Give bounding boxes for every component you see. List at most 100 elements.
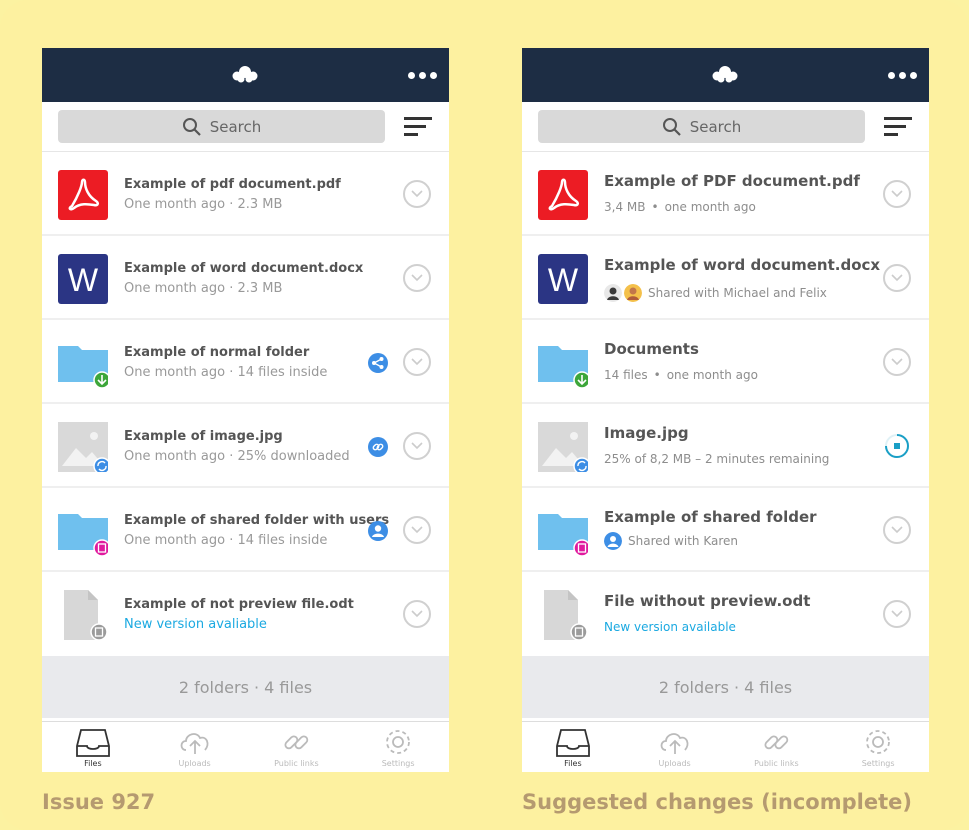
phone-suggested: Search Example of PDF document.pdf 3,4 M… bbox=[522, 48, 929, 772]
file-name: Example of word document.docx bbox=[604, 256, 881, 274]
row-options-button[interactable] bbox=[403, 180, 431, 208]
row-options-button[interactable] bbox=[883, 180, 911, 208]
meta-separator: • bbox=[653, 368, 661, 382]
sort-icon[interactable] bbox=[404, 116, 434, 138]
tab-settings[interactable]: Settings bbox=[827, 722, 929, 772]
avatar-michael-icon bbox=[604, 284, 622, 302]
row-options-button[interactable] bbox=[403, 432, 431, 460]
tab-public-links[interactable]: Public links bbox=[246, 722, 348, 772]
tab-label: Files bbox=[564, 759, 582, 768]
tab-files[interactable]: Files bbox=[42, 722, 144, 772]
file-count: 14 files bbox=[604, 368, 648, 382]
tab-uploads[interactable]: Uploads bbox=[624, 722, 726, 772]
chevron-down-icon bbox=[411, 442, 423, 450]
file-name: Example of PDF document.pdf bbox=[604, 172, 860, 190]
file-row[interactable]: Example of shared folder with users One … bbox=[42, 488, 449, 572]
search-row: Search bbox=[522, 102, 929, 152]
chevron-down-icon bbox=[891, 610, 903, 618]
row-options-button[interactable] bbox=[883, 516, 911, 544]
file-row[interactable]: Example of not preview file.odt New vers… bbox=[42, 572, 449, 656]
file-row[interactable]: Image.jpg 25% of 8,2 MB – 2 minutes rema… bbox=[522, 404, 929, 488]
file-meta: One month ago · 14 files inside bbox=[124, 365, 328, 380]
row-options-button[interactable] bbox=[403, 516, 431, 544]
file-name: Example of word document.docx bbox=[124, 261, 364, 276]
row-options-button[interactable] bbox=[883, 600, 911, 628]
word-icon: W bbox=[538, 254, 588, 304]
chevron-down-icon bbox=[411, 610, 423, 618]
file-name: Example of shared folder with users bbox=[124, 513, 390, 528]
file-meta: 25% of 8,2 MB – 2 minutes remaining bbox=[604, 452, 830, 466]
file-meta[interactable]: New version avaliable bbox=[124, 617, 267, 632]
tab-files[interactable]: Files bbox=[522, 722, 624, 772]
cloud-upload-icon bbox=[660, 733, 688, 754]
user-icon bbox=[604, 532, 622, 550]
file-size: 3,4 MB bbox=[604, 200, 646, 214]
cloud-logo-icon bbox=[232, 66, 258, 83]
file-row[interactable]: Example of pdf document.pdf One month ag… bbox=[42, 152, 449, 236]
row-options-button[interactable] bbox=[883, 264, 911, 292]
tab-settings[interactable]: Settings bbox=[347, 722, 449, 772]
row-options-button[interactable] bbox=[403, 264, 431, 292]
link-icon bbox=[764, 735, 789, 750]
phone-current: Search Example of pdf document.pdf One m… bbox=[42, 48, 449, 772]
gear-icon bbox=[386, 730, 411, 754]
stop-download-icon[interactable] bbox=[883, 432, 911, 460]
link-icon[interactable] bbox=[368, 437, 388, 457]
file-name: Example of image.jpg bbox=[124, 429, 283, 444]
tab-label: Files bbox=[84, 759, 102, 768]
search-input[interactable]: Search bbox=[538, 110, 865, 143]
cloud-logo-icon bbox=[712, 66, 738, 83]
inbox-icon bbox=[555, 729, 590, 757]
file-meta: Shared with Karen bbox=[604, 532, 738, 550]
tab-bar: Files Uploads Public links Settings bbox=[522, 721, 929, 772]
file-row[interactable]: Documents 14 files • one month ago bbox=[522, 320, 929, 404]
search-input[interactable]: Search bbox=[58, 110, 385, 143]
folder-shared-icon bbox=[58, 514, 108, 556]
file-meta: One month ago · 25% downloaded bbox=[124, 449, 350, 464]
search-row: Search bbox=[42, 102, 449, 152]
more-menu-icon[interactable] bbox=[888, 72, 917, 79]
file-meta: 3,4 MB • one month ago bbox=[604, 200, 756, 214]
folder-shared-icon bbox=[538, 514, 588, 556]
row-options-button[interactable] bbox=[403, 600, 431, 628]
shared-with-text: Shared with Michael and Felix bbox=[648, 286, 827, 300]
svg-text:W: W bbox=[68, 262, 99, 298]
tab-bar: Files Uploads Public links Settings bbox=[42, 721, 449, 772]
file-date: one month ago bbox=[666, 368, 758, 382]
pdf-icon bbox=[538, 170, 588, 220]
search-icon bbox=[662, 117, 681, 136]
file-row[interactable]: Example of image.jpg One month ago · 25%… bbox=[42, 404, 449, 488]
file-name: File without preview.odt bbox=[604, 592, 811, 610]
user-icon[interactable] bbox=[368, 521, 388, 541]
image-sync-icon bbox=[58, 422, 108, 472]
sort-icon[interactable] bbox=[884, 116, 914, 138]
tab-public-links[interactable]: Public links bbox=[726, 722, 828, 772]
share-icon[interactable] bbox=[368, 353, 388, 373]
chevron-down-icon bbox=[411, 190, 423, 198]
top-bar bbox=[522, 48, 929, 102]
file-row[interactable]: W Example of word document.docx One mont… bbox=[42, 236, 449, 320]
row-options-button[interactable] bbox=[883, 348, 911, 376]
file-meta: One month ago · 14 files inside bbox=[124, 533, 328, 548]
file-row[interactable]: Example of PDF document.pdf 3,4 MB • one… bbox=[522, 152, 929, 236]
cloud-upload-icon bbox=[180, 733, 208, 754]
chevron-down-icon bbox=[411, 526, 423, 534]
chevron-down-icon bbox=[891, 526, 903, 534]
file-name: Documents bbox=[604, 340, 699, 358]
tab-label: Uploads bbox=[658, 759, 691, 768]
link-icon bbox=[284, 735, 309, 750]
row-options-button[interactable] bbox=[403, 348, 431, 376]
search-icon bbox=[182, 117, 201, 136]
tab-uploads[interactable]: Uploads bbox=[144, 722, 246, 772]
pdf-icon bbox=[58, 170, 108, 220]
file-row[interactable]: Example of shared folder Shared with Kar… bbox=[522, 488, 929, 572]
file-row[interactable]: File without preview.odt New version ava… bbox=[522, 572, 929, 656]
tab-label: Uploads bbox=[178, 759, 211, 768]
tab-label: Public links bbox=[754, 759, 799, 768]
file-meta[interactable]: New version available bbox=[604, 620, 736, 634]
more-menu-icon[interactable] bbox=[408, 72, 437, 79]
file-row[interactable]: Example of normal folder One month ago ·… bbox=[42, 320, 449, 404]
file-row[interactable]: W Example of word document.docx Shared w… bbox=[522, 236, 929, 320]
file-name: Example of normal folder bbox=[124, 345, 310, 360]
search-placeholder: Search bbox=[689, 117, 742, 136]
